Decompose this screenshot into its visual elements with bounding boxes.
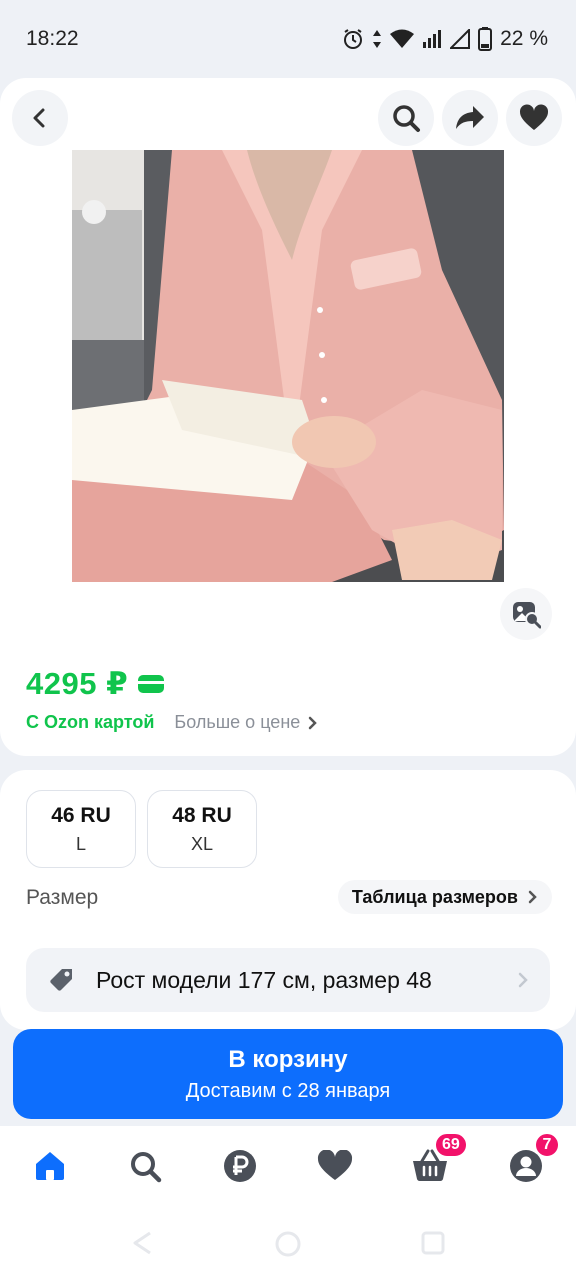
- status-bar: 18:22 22 %: [0, 0, 576, 78]
- image-search-button[interactable]: [500, 588, 552, 640]
- model-info-text: Рост модели 177 см, размер 48: [96, 966, 432, 993]
- more-price-label: Больше о цене: [174, 712, 301, 732]
- profile-badge: 7: [534, 1132, 560, 1158]
- size-option-letter: XL: [190, 833, 214, 854]
- product-card: 4295 ₽ С Ozon картой Больше о цене: [0, 78, 576, 756]
- chevron-right-icon: [518, 972, 528, 988]
- home-icon: [36, 1152, 64, 1180]
- add-to-cart-label: В корзину: [228, 1045, 348, 1073]
- back-button[interactable]: [12, 90, 68, 146]
- ozon-card-icon: [138, 675, 165, 693]
- size-option-letter: L: [75, 833, 86, 854]
- size-label: Размер: [26, 886, 99, 909]
- size-table-link[interactable]: Таблица размеров: [337, 880, 552, 914]
- back-icon: [33, 108, 45, 128]
- signal-icon: [423, 30, 442, 48]
- size-option-46[interactable]: 46 RU L: [26, 790, 136, 868]
- status-icons: 22 %: [342, 27, 548, 51]
- nav-back-icon[interactable]: [130, 1230, 156, 1256]
- nav-home-icon[interactable]: [274, 1230, 302, 1258]
- size-option-ru: 48 RU: [172, 803, 232, 827]
- sizes-card: 46 RU L 48 RU XL Размер Таблица размеров…: [0, 770, 576, 1030]
- price-details: С Ozon картой Больше о цене: [26, 712, 318, 733]
- tab-profile[interactable]: 7: [502, 1132, 560, 1188]
- tag-icon: [50, 969, 72, 991]
- cart-count-badge: 69: [434, 1132, 468, 1158]
- search-button[interactable]: [378, 90, 434, 146]
- chevron-right-icon: [309, 716, 318, 729]
- product-image[interactable]: [72, 150, 504, 582]
- signal-empty-icon: [450, 29, 471, 49]
- battery-percent: 22 %: [500, 27, 548, 50]
- ozon-card-label: С Ozon картой: [26, 712, 155, 732]
- tab-favorites[interactable]: [311, 1144, 359, 1188]
- alarm-icon: [344, 29, 363, 49]
- data-arrows-icon: [373, 30, 382, 48]
- heart-icon: [317, 1150, 353, 1180]
- ruble-icon: [224, 1150, 256, 1182]
- tab-search[interactable]: [121, 1144, 169, 1188]
- product-price: 4295 ₽: [26, 666, 129, 701]
- bottom-tab-bar: 69 7: [0, 1126, 576, 1206]
- size-option-ru: 46 RU: [51, 803, 111, 827]
- tab-cart[interactable]: 69: [406, 1132, 468, 1188]
- product-photo-illustration: [72, 150, 504, 582]
- delivery-date-label: Доставим с 28 января: [185, 1079, 391, 1102]
- chevron-right-icon: [528, 890, 537, 904]
- tab-home[interactable]: [26, 1144, 74, 1188]
- system-navigation-bar: [0, 1206, 576, 1280]
- wifi-icon: [390, 29, 415, 48]
- battery-icon: [478, 27, 493, 51]
- price-row: 4295 ₽: [26, 666, 165, 702]
- model-info-row[interactable]: Рост модели 177 см, размер 48: [26, 948, 550, 1012]
- size-table-label: Таблица размеров: [351, 886, 518, 907]
- nav-recents-icon[interactable]: [420, 1230, 446, 1256]
- heart-icon: [519, 104, 549, 130]
- favorite-button[interactable]: [506, 90, 562, 146]
- add-to-cart-button[interactable]: В корзину Доставим с 28 января: [13, 1029, 563, 1119]
- tab-finance[interactable]: [216, 1144, 264, 1188]
- search-icon: [393, 105, 420, 132]
- share-button[interactable]: [442, 90, 498, 146]
- share-icon: [456, 106, 484, 129]
- status-time: 18:22: [26, 27, 79, 50]
- search-icon: [131, 1152, 162, 1183]
- image-search-icon: [513, 602, 541, 629]
- size-option-48[interactable]: 48 RU XL: [147, 790, 257, 868]
- more-price-link[interactable]: Больше о цене: [174, 712, 318, 733]
